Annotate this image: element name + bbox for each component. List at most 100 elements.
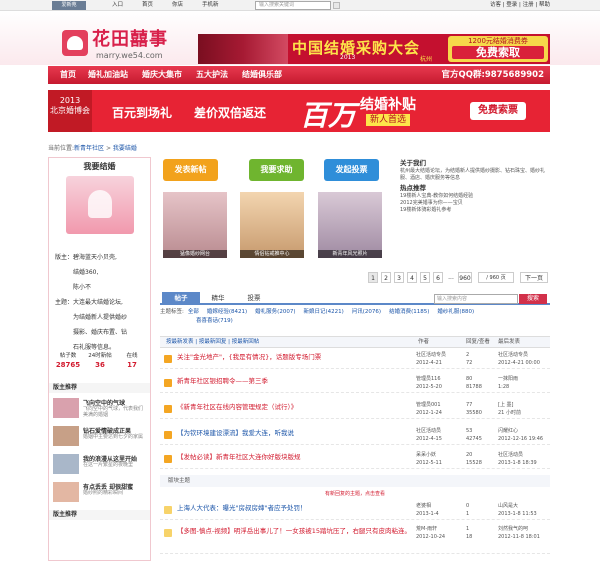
page-link[interactable]: 4 <box>407 272 417 283</box>
thread-title[interactable]: 关注"金光地产"，{我是有情况}，话题版专场门票 <box>177 353 321 362</box>
author-name[interactable]: 管理员001 <box>416 402 441 408</box>
tag-filter-item[interactable]: 全部 <box>188 309 199 315</box>
page-link[interactable]: 3 <box>394 272 404 283</box>
tab-vote[interactable]: 投票 <box>238 292 270 305</box>
next-page-button[interactable]: 下一页 <box>520 272 548 283</box>
thread-row[interactable]: 【多图-慎点-视频】明浮岳出事儿了！一女孩被15踏坑压了，右腿只有皮肉粘连。 荒… <box>160 524 550 554</box>
recommend-item[interactable]: 钻石爱情破成正果 婚姻中主要达到七夕的家属 <box>53 426 149 448</box>
author-name[interactable]: 管理员116 <box>416 376 441 382</box>
recommend-thumb[interactable] <box>53 426 79 446</box>
thread-row[interactable]: 关注"金光地产"，{我是有情况}，话题版专场门票 社区活动专员 2012-4-21… <box>160 350 550 369</box>
last-poster[interactable]: [上 墨] <box>498 402 514 408</box>
topbar-link-home[interactable]: 首页 <box>142 1 153 10</box>
recommend-item[interactable]: 我的浪漫从这里开始 在这一片繁星的夜晚里 <box>53 454 149 476</box>
thread-row[interactable]: 【发帖必读】新青年社区大连你好版块版规 呆呆小妖 2012-5-11 20 1552… <box>160 450 550 469</box>
page-jump-input[interactable]: / 960 页 <box>478 272 514 283</box>
thread-row[interactable]: 上海人大代表：曝光"房叔房婶"者应予处罚！ 老婆相 2013-1-4 01 山风是… <box>160 501 550 520</box>
last-poster[interactable]: 闪耀红心 <box>498 428 518 434</box>
recommend-item[interactable]: 飞向空中的气球 飞向空中的气球，代表我们美满的婚姻 <box>53 398 149 420</box>
thread-title[interactable]: 上海人大代表：曝光"房叔房婶"者应予处罚！ <box>177 504 306 513</box>
thread-last-post[interactable]: [上 墨] 21 小时前 <box>498 401 521 417</box>
last-poster[interactable]: 一抹阳雨 <box>498 376 518 382</box>
site-logo-text[interactable]: 花田囍事 <box>92 25 168 51</box>
photo-caption[interactable]: 情侣钻戒推中心 <box>240 250 304 258</box>
thread-author[interactable]: 社区活动员 2012-4-15 <box>416 427 442 443</box>
thread-title[interactable]: 【发帖必读】新青年社区大连你好版块版规 <box>177 453 301 462</box>
new-reply-notice[interactable]: 有新回复的主题，点击查看 <box>160 489 550 499</box>
author-name[interactable]: 荒M-雨轩 <box>416 526 437 532</box>
heart-logo-icon[interactable] <box>62 30 88 56</box>
thread-last-post[interactable]: 社区活动专员 2012-4-21 00:00 <box>498 351 540 367</box>
nav-item-station[interactable]: 婚礼加油站 <box>88 66 128 84</box>
tag-filter-item[interactable]: 婚礼服务(2007) <box>255 309 295 315</box>
topbar-search-input[interactable]: 输入搜索关键词 <box>255 1 331 10</box>
thread-row[interactable]: 新青年社区银招聘令——第三季 管理员116 2012-5-20 80 81788 一… <box>160 374 550 393</box>
banner-offer[interactable]: 1200元结婚消费券 免费索取 <box>448 36 548 62</box>
nav-item-market[interactable]: 婚庆大集市 <box>142 66 182 84</box>
recommend-thumb[interactable] <box>53 482 79 502</box>
last-poster[interactable]: 山风是大 <box>498 503 518 509</box>
recommend-thumb[interactable] <box>53 398 79 418</box>
nav-item-home[interactable]: 首页 <box>60 66 76 84</box>
nav-item-club[interactable]: 结婚俱乐部 <box>242 66 282 84</box>
last-poster[interactable]: 社区活动专员 <box>498 352 528 358</box>
recommend-item[interactable]: 有点丢丢 却很甜蜜 婚纱照的精彩瞬间 <box>53 482 149 504</box>
thread-author[interactable]: 管理员116 2012-5-20 <box>416 375 442 391</box>
thread-row[interactable]: 【为钦环境建设漂流】我爱大连，听我说 社区活动员 2012-4-15 53 4274… <box>160 426 550 445</box>
nav-item-guardians[interactable]: 五大护法 <box>196 66 228 84</box>
last-poster[interactable]: 刘然我气的呵 <box>498 526 528 532</box>
topbar-link-shop[interactable]: 你店 <box>172 1 183 10</box>
tag-filter-item[interactable]: 婚嫁经验(8421) <box>207 309 247 315</box>
hot-link[interactable]: 2012完美婚事为你——宝贝 <box>400 200 550 207</box>
author-name[interactable]: 老婆相 <box>416 503 431 509</box>
expo-promo-banner[interactable]: 2013 北京婚博会 百元到场礼 差价双倍返还 百万 结婚补贴 新人首选 免费索… <box>48 90 550 132</box>
page-link[interactable]: 6 <box>433 272 443 283</box>
start-vote-button[interactable]: 发起投票 <box>324 159 379 181</box>
tab-digest[interactable]: 精华 <box>202 292 234 305</box>
photo-caption[interactable]: 猛像婚纱网台 <box>163 250 227 258</box>
page-link-last[interactable]: 960 <box>458 272 472 283</box>
last-poster[interactable]: 社区活动员 <box>498 452 523 458</box>
thread-last-post[interactable]: 一抹阳雨 1:28 <box>498 375 518 391</box>
photo-caption[interactable]: 新青年风光照片 <box>318 250 382 258</box>
tag-filter-item[interactable]: 喜喜喜话(719) <box>196 318 233 324</box>
site-brand-badge[interactable]: 爱新苑 <box>52 1 86 10</box>
page-link[interactable]: 5 <box>420 272 430 283</box>
free-ticket-button[interactable]: 免费索票 <box>470 102 526 120</box>
topbar-search-button[interactable] <box>333 2 340 9</box>
thread-author[interactable]: 荒M-雨轩 2012-10-24 <box>416 525 445 541</box>
thread-title[interactable]: 新青年社区银招聘令——第三季 <box>177 377 268 386</box>
banner-offer-button[interactable]: 免费索取 <box>452 46 544 59</box>
thread-last-post[interactable]: 闪耀红心 2012-12-16 19:46 <box>498 427 543 443</box>
thread-author[interactable]: 老婆相 2013-1-4 <box>416 502 439 518</box>
hot-link[interactable]: 19楼新体骑彩婚礼参考 <box>400 207 550 214</box>
topbar-link-entry[interactable]: 入口 <box>112 1 123 10</box>
post-new-button[interactable]: 发表新帖 <box>163 159 218 181</box>
thread-search-button[interactable]: 搜索 <box>519 294 547 304</box>
thread-author[interactable]: 管理员001 2012-1-24 <box>416 401 442 417</box>
tag-filter-item[interactable]: 问讯(2076) <box>352 309 381 315</box>
breadcrumb-community[interactable]: 新青年社区 <box>74 145 104 152</box>
tag-filter-item[interactable]: 新娘日记(4221) <box>303 309 343 315</box>
recommend-thumb[interactable] <box>53 454 79 474</box>
header-banner-ad[interactable]: 中国结婚采购大会 2013 杭州 1200元结婚消费券 免费索取 <box>198 34 550 64</box>
ask-help-button[interactable]: 我要求助 <box>249 159 304 181</box>
tag-filter-item[interactable]: 结婚消费(1185) <box>389 309 429 315</box>
photo-card[interactable]: 新青年风光照片 <box>318 192 382 258</box>
author-name[interactable]: 呆呆小妖 <box>416 452 436 458</box>
sort-options[interactable]: 按最新发表 | 按最新回复 | 按最新回帖 <box>166 337 259 348</box>
thread-last-post[interactable]: 山风是大 2013-1-8 11:53 <box>498 502 537 518</box>
hot-link[interactable]: 19楼新人宝典-教你如何结婚经验 <box>400 193 550 200</box>
thread-title[interactable]: 【为钦环境建设漂流】我爱大连，听我说 <box>177 429 294 438</box>
photo-card[interactable]: 情侣钻戒推中心 <box>240 192 304 258</box>
page-link[interactable]: 2 <box>381 272 391 283</box>
topbar-account-links[interactable]: 访客 | 登录 | 注册 | 帮助 <box>490 1 550 10</box>
thread-title[interactable]: 【多图-慎点-视频】明浮岳出事儿了！一女孩被15踏坑压了，右腿只有皮肉粘连。 <box>177 527 413 536</box>
breadcrumb-current[interactable]: 我要结婚 <box>113 145 137 152</box>
photo-card[interactable]: 猛像婚纱网台 <box>163 192 227 258</box>
thread-row[interactable]: 《新青年社区在线内容管理规定（试行）》 管理员001 2012-1-24 77 35… <box>160 400 550 419</box>
author-name[interactable]: 社区活动专员 <box>416 352 446 358</box>
page-link[interactable]: 1 <box>368 272 378 283</box>
thread-last-post[interactable]: 社区活动员 2013-1-8 18:39 <box>498 451 537 467</box>
topbar-link-mobile[interactable]: 手机新 <box>202 1 219 10</box>
